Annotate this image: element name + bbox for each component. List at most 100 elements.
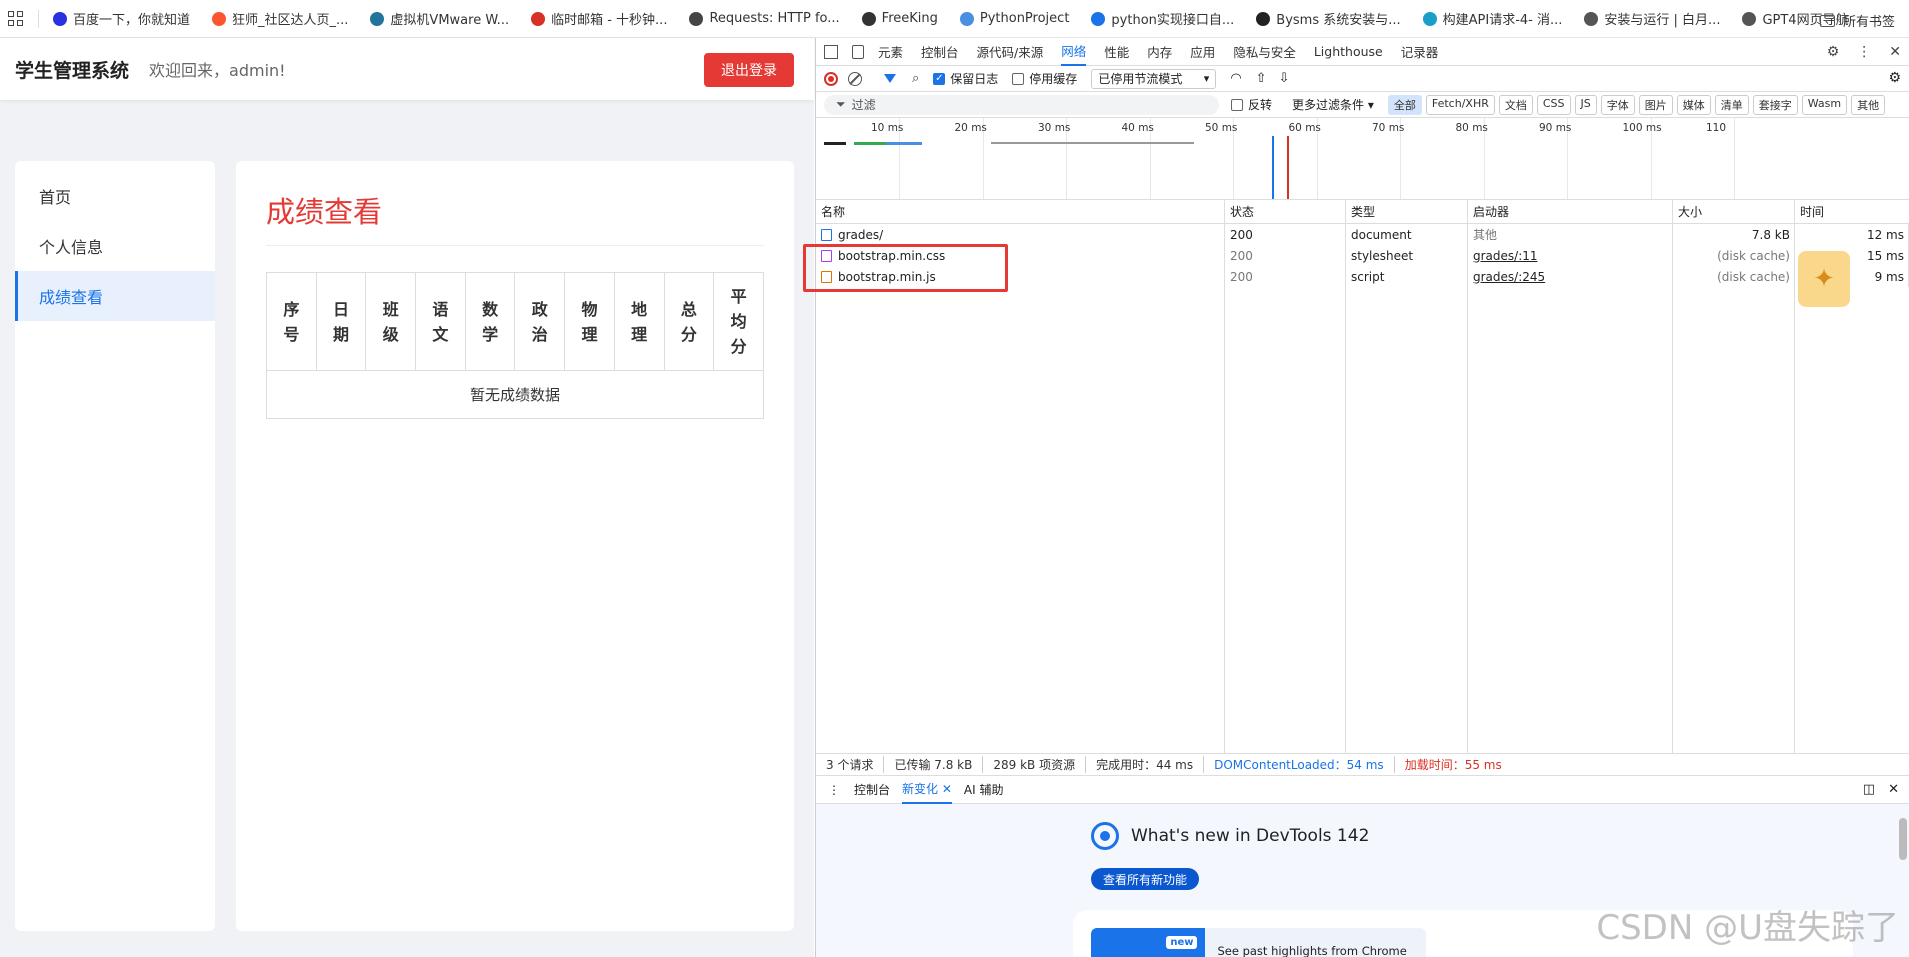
filter-icon[interactable]: [884, 74, 896, 83]
network-settings-icon[interactable]: ⚙: [1888, 70, 1901, 86]
grades-column-header: 总分: [663, 272, 715, 371]
invert-checkbox[interactable]: [1231, 98, 1243, 111]
filter-chip[interactable]: Wasm: [1801, 94, 1848, 115]
inspect-element-icon[interactable]: [824, 44, 838, 59]
request-status: 200: [1225, 224, 1346, 245]
request-initiator-text[interactable]: grades/:11: [1473, 249, 1538, 263]
filter-chip[interactable]: 其他: [1851, 94, 1886, 115]
column-size[interactable]: 大小: [1673, 200, 1795, 223]
drawer-tab-whats-new[interactable]: 新变化 ✕: [902, 776, 952, 804]
disable-cache-checkbox[interactable]: [1012, 72, 1025, 85]
bookmark-item[interactable]: 临时邮箱 - 十秒钟...: [531, 9, 667, 28]
filter-chip[interactable]: 图片: [1638, 94, 1673, 115]
apps-grid-icon[interactable]: [8, 10, 24, 27]
search-icon[interactable]: ⌕: [912, 71, 919, 86]
bookmark-item[interactable]: 安装与运行 | 白月...: [1584, 9, 1720, 28]
filter-chip[interactable]: CSS: [1536, 94, 1571, 115]
devtools-tab[interactable]: 记录器: [1401, 38, 1439, 66]
column-status[interactable]: 状态: [1225, 200, 1346, 223]
bookmark-item[interactable]: 百度一下，你就知道: [53, 9, 190, 28]
bookmark-item[interactable]: FreeKing: [861, 11, 938, 26]
column-type[interactable]: 类型: [1346, 200, 1468, 223]
column-time[interactable]: 时间: [1795, 200, 1909, 223]
csdn-watermark: CSDN @U盘失踪了: [1596, 908, 1899, 948]
bookmark-label: Bysms 系统安装与...: [1276, 13, 1401, 28]
requests-table-body: grades/ 200 document 其他 7.8 kB 12 ms boo…: [803, 224, 1909, 753]
more-options-icon[interactable]: ⋮: [1857, 44, 1871, 60]
close-icon[interactable]: ✕: [1889, 44, 1901, 60]
request-initiator[interactable]: grades/:245: [1468, 266, 1673, 287]
logout-button[interactable]: 退出登录: [704, 53, 794, 87]
request-initiator: 其他: [1468, 224, 1673, 245]
bookmark-item[interactable]: 构建API请求-4- 消...: [1422, 9, 1562, 28]
all-bookmarks-button[interactable]: 所有书签: [1819, 11, 1895, 30]
devtools-tab[interactable]: 内存: [1147, 38, 1172, 66]
devtools-tab[interactable]: Lighthouse: [1314, 38, 1383, 66]
drawer-tab-console[interactable]: 控制台: [854, 776, 890, 804]
bookmark-item[interactable]: PythonProject: [959, 11, 1069, 26]
drawer-close-icon[interactable]: ✕: [1888, 782, 1899, 797]
filter-chip[interactable]: JS: [1574, 94, 1597, 115]
record-icon[interactable]: [824, 71, 838, 86]
devtools-tab[interactable]: 控制台: [921, 38, 959, 66]
grades-column-header: 地理: [613, 272, 665, 371]
request-row[interactable]: grades/ 200 document 其他 7.8 kB 12 ms: [816, 224, 1909, 245]
preserve-log-toggle[interactable]: ✓ 保留日志: [933, 70, 998, 87]
column-initiator[interactable]: 启动器: [1468, 200, 1673, 223]
bookmark-item[interactable]: python实现接口自...: [1091, 9, 1234, 28]
bookmark-item[interactable]: 狂师_社区达人页_...: [212, 9, 348, 28]
filter-chip[interactable]: 媒体: [1676, 94, 1711, 115]
device-toolbar-icon[interactable]: [852, 44, 864, 59]
import-har-icon[interactable]: ⇧: [1256, 71, 1267, 86]
grades-column-header: 班级: [365, 272, 417, 371]
all-bookmarks-label: 所有书签: [1842, 15, 1895, 30]
column-name[interactable]: 名称: [816, 200, 1225, 223]
request-initiator-text[interactable]: grades/:245: [1473, 270, 1545, 284]
bird-mascot-icon: ✦: [1798, 251, 1850, 307]
invert-toggle[interactable]: 反转: [1231, 96, 1272, 113]
filter-input[interactable]: ⏷ 过滤: [824, 94, 1219, 115]
request-initiator-text: 其他: [1473, 228, 1498, 242]
settings-gear-icon[interactable]: ⚙: [1827, 44, 1840, 60]
timeline-request-bar: [886, 142, 922, 145]
devtools-tab[interactable]: 元素: [878, 38, 903, 66]
dock-side-icon[interactable]: ◫: [1863, 782, 1875, 797]
devtools-tab[interactable]: 应用: [1190, 38, 1215, 66]
bookmark-item[interactable]: 虚拟机VMware W...: [370, 9, 509, 28]
filter-chip[interactable]: 字体: [1600, 94, 1635, 115]
request-initiator[interactable]: grades/:11: [1468, 245, 1673, 266]
bookmark-item[interactable]: Bysms 系统安装与...: [1256, 9, 1401, 28]
filter-chip[interactable]: 清单: [1714, 94, 1749, 115]
filter-chip[interactable]: Fetch/XHR: [1425, 94, 1495, 115]
preserve-log-checkbox[interactable]: ✓: [933, 72, 946, 85]
disable-cache-toggle[interactable]: 停用缓存: [1012, 70, 1077, 87]
export-har-icon[interactable]: ⇩: [1279, 71, 1290, 86]
sidebar-item-grades[interactable]: 成绩查看: [15, 271, 215, 321]
timeline-tick-label: 40 ms: [1121, 122, 1154, 134]
filter-chip[interactable]: 全部: [1387, 94, 1422, 115]
devtools-panel: 元素 控制台 源代码/来源 网络 性能 内存 应用 隐私与安全 Lighthouse 记录器 ⚙ …: [803, 38, 1909, 957]
drawer-scrollbar[interactable]: [1899, 818, 1907, 860]
sidebar-item-home[interactable]: 首页: [15, 171, 215, 221]
drawer-tab-whats-new-label: 新变化: [902, 782, 939, 796]
throttling-select[interactable]: 已停用节流模式: [1091, 68, 1217, 89]
past-highlights-item[interactable]: new See past highlights from Chrome 141: [1091, 928, 1426, 957]
request-time: 12 ms: [1795, 224, 1909, 245]
filter-chip[interactable]: 文档: [1498, 94, 1533, 115]
devtools-tab[interactable]: 性能: [1104, 38, 1129, 66]
devtools-tab[interactable]: 隐私与安全: [1233, 38, 1296, 66]
devtools-tab[interactable]: 源代码/来源: [977, 38, 1044, 66]
network-conditions-icon[interactable]: ◠: [1230, 71, 1241, 86]
drawer-menu-icon[interactable]: ⋮: [828, 783, 840, 797]
filter-chip[interactable]: 套接字: [1752, 94, 1798, 115]
devtools-tab[interactable]: 网络: [1061, 38, 1087, 66]
drawer-tabbar: ⋮ 控制台 新变化 ✕ AI 辅助 ◫ ✕: [816, 776, 1909, 804]
drawer-tab-ai-assistance[interactable]: AI 辅助: [964, 776, 1004, 804]
see-all-features-button[interactable]: 查看所有新功能: [1091, 868, 1200, 890]
clear-icon[interactable]: [848, 71, 862, 86]
sidebar-item-profile[interactable]: 个人信息: [15, 221, 215, 271]
bookmark-item[interactable]: Requests: HTTP fo...: [689, 11, 840, 26]
more-filters-dropdown[interactable]: 更多过滤条件 ▾: [1292, 96, 1374, 113]
more-filters-label: 更多过滤条件: [1292, 98, 1365, 112]
book-icon: [689, 11, 704, 26]
